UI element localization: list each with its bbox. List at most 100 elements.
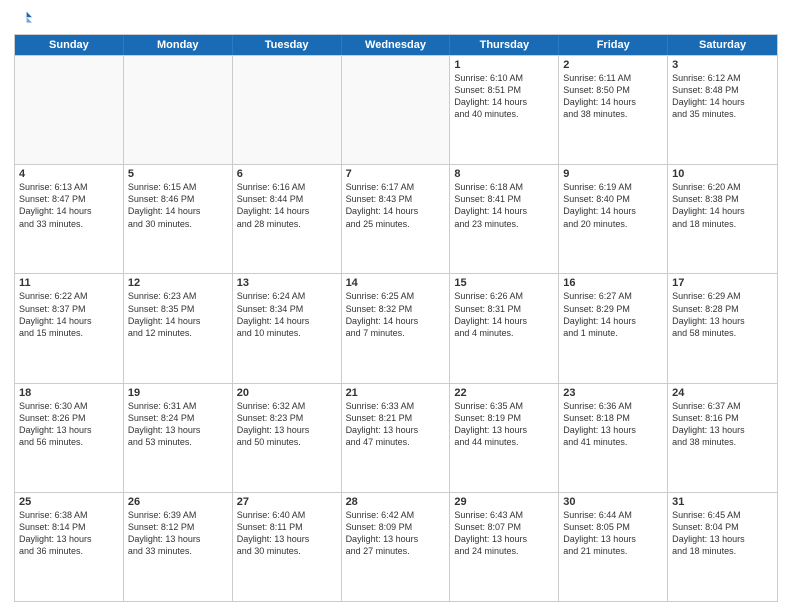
day-details: Sunrise: 6:12 AM Sunset: 8:48 PM Dayligh… — [672, 72, 773, 121]
day-number: 25 — [19, 496, 119, 508]
day-details: Sunrise: 6:15 AM Sunset: 8:46 PM Dayligh… — [128, 181, 228, 230]
day-23: 23Sunrise: 6:36 AM Sunset: 8:18 PM Dayli… — [559, 384, 668, 492]
day-details: Sunrise: 6:29 AM Sunset: 8:28 PM Dayligh… — [672, 290, 773, 339]
header-wednesday: Wednesday — [342, 35, 451, 55]
week-row-2: 11Sunrise: 6:22 AM Sunset: 8:37 PM Dayli… — [15, 273, 777, 382]
day-details: Sunrise: 6:22 AM Sunset: 8:37 PM Dayligh… — [19, 290, 119, 339]
day-details: Sunrise: 6:39 AM Sunset: 8:12 PM Dayligh… — [128, 509, 228, 558]
empty-cell — [15, 56, 124, 164]
day-details: Sunrise: 6:24 AM Sunset: 8:34 PM Dayligh… — [237, 290, 337, 339]
day-number: 7 — [346, 168, 446, 180]
day-details: Sunrise: 6:32 AM Sunset: 8:23 PM Dayligh… — [237, 400, 337, 449]
day-number: 1 — [454, 59, 554, 71]
day-24: 24Sunrise: 6:37 AM Sunset: 8:16 PM Dayli… — [668, 384, 777, 492]
empty-cell — [124, 56, 233, 164]
day-number: 26 — [128, 496, 228, 508]
day-details: Sunrise: 6:40 AM Sunset: 8:11 PM Dayligh… — [237, 509, 337, 558]
day-2: 2Sunrise: 6:11 AM Sunset: 8:50 PM Daylig… — [559, 56, 668, 164]
day-number: 11 — [19, 277, 119, 289]
day-details: Sunrise: 6:23 AM Sunset: 8:35 PM Dayligh… — [128, 290, 228, 339]
day-28: 28Sunrise: 6:42 AM Sunset: 8:09 PM Dayli… — [342, 493, 451, 601]
day-details: Sunrise: 6:38 AM Sunset: 8:14 PM Dayligh… — [19, 509, 119, 558]
day-details: Sunrise: 6:13 AM Sunset: 8:47 PM Dayligh… — [19, 181, 119, 230]
header-saturday: Saturday — [668, 35, 777, 55]
day-22: 22Sunrise: 6:35 AM Sunset: 8:19 PM Dayli… — [450, 384, 559, 492]
day-details: Sunrise: 6:36 AM Sunset: 8:18 PM Dayligh… — [563, 400, 663, 449]
day-18: 18Sunrise: 6:30 AM Sunset: 8:26 PM Dayli… — [15, 384, 124, 492]
empty-cell — [233, 56, 342, 164]
day-number: 9 — [563, 168, 663, 180]
day-details: Sunrise: 6:11 AM Sunset: 8:50 PM Dayligh… — [563, 72, 663, 121]
day-16: 16Sunrise: 6:27 AM Sunset: 8:29 PM Dayli… — [559, 274, 668, 382]
day-number: 21 — [346, 387, 446, 399]
day-31: 31Sunrise: 6:45 AM Sunset: 8:04 PM Dayli… — [668, 493, 777, 601]
day-number: 24 — [672, 387, 773, 399]
day-details: Sunrise: 6:27 AM Sunset: 8:29 PM Dayligh… — [563, 290, 663, 339]
logo — [14, 10, 36, 28]
day-details: Sunrise: 6:10 AM Sunset: 8:51 PM Dayligh… — [454, 72, 554, 121]
day-number: 28 — [346, 496, 446, 508]
day-details: Sunrise: 6:37 AM Sunset: 8:16 PM Dayligh… — [672, 400, 773, 449]
day-30: 30Sunrise: 6:44 AM Sunset: 8:05 PM Dayli… — [559, 493, 668, 601]
day-details: Sunrise: 6:44 AM Sunset: 8:05 PM Dayligh… — [563, 509, 663, 558]
day-1: 1Sunrise: 6:10 AM Sunset: 8:51 PM Daylig… — [450, 56, 559, 164]
day-number: 12 — [128, 277, 228, 289]
day-13: 13Sunrise: 6:24 AM Sunset: 8:34 PM Dayli… — [233, 274, 342, 382]
day-10: 10Sunrise: 6:20 AM Sunset: 8:38 PM Dayli… — [668, 165, 777, 273]
day-26: 26Sunrise: 6:39 AM Sunset: 8:12 PM Dayli… — [124, 493, 233, 601]
day-15: 15Sunrise: 6:26 AM Sunset: 8:31 PM Dayli… — [450, 274, 559, 382]
day-9: 9Sunrise: 6:19 AM Sunset: 8:40 PM Daylig… — [559, 165, 668, 273]
day-number: 8 — [454, 168, 554, 180]
day-number: 13 — [237, 277, 337, 289]
calendar-body: 1Sunrise: 6:10 AM Sunset: 8:51 PM Daylig… — [15, 55, 777, 601]
day-details: Sunrise: 6:35 AM Sunset: 8:19 PM Dayligh… — [454, 400, 554, 449]
day-details: Sunrise: 6:18 AM Sunset: 8:41 PM Dayligh… — [454, 181, 554, 230]
day-4: 4Sunrise: 6:13 AM Sunset: 8:47 PM Daylig… — [15, 165, 124, 273]
day-details: Sunrise: 6:45 AM Sunset: 8:04 PM Dayligh… — [672, 509, 773, 558]
header-tuesday: Tuesday — [233, 35, 342, 55]
day-5: 5Sunrise: 6:15 AM Sunset: 8:46 PM Daylig… — [124, 165, 233, 273]
day-number: 3 — [672, 59, 773, 71]
day-details: Sunrise: 6:33 AM Sunset: 8:21 PM Dayligh… — [346, 400, 446, 449]
day-number: 4 — [19, 168, 119, 180]
day-29: 29Sunrise: 6:43 AM Sunset: 8:07 PM Dayli… — [450, 493, 559, 601]
day-details: Sunrise: 6:26 AM Sunset: 8:31 PM Dayligh… — [454, 290, 554, 339]
day-number: 20 — [237, 387, 337, 399]
day-number: 14 — [346, 277, 446, 289]
day-details: Sunrise: 6:43 AM Sunset: 8:07 PM Dayligh… — [454, 509, 554, 558]
day-details: Sunrise: 6:25 AM Sunset: 8:32 PM Dayligh… — [346, 290, 446, 339]
day-number: 16 — [563, 277, 663, 289]
day-number: 23 — [563, 387, 663, 399]
header-friday: Friday — [559, 35, 668, 55]
day-number: 31 — [672, 496, 773, 508]
day-number: 10 — [672, 168, 773, 180]
day-number: 29 — [454, 496, 554, 508]
day-number: 19 — [128, 387, 228, 399]
day-3: 3Sunrise: 6:12 AM Sunset: 8:48 PM Daylig… — [668, 56, 777, 164]
header-thursday: Thursday — [450, 35, 559, 55]
day-19: 19Sunrise: 6:31 AM Sunset: 8:24 PM Dayli… — [124, 384, 233, 492]
day-number: 27 — [237, 496, 337, 508]
day-details: Sunrise: 6:30 AM Sunset: 8:26 PM Dayligh… — [19, 400, 119, 449]
day-25: 25Sunrise: 6:38 AM Sunset: 8:14 PM Dayli… — [15, 493, 124, 601]
header — [14, 10, 778, 28]
calendar: Sunday Monday Tuesday Wednesday Thursday… — [14, 34, 778, 602]
day-11: 11Sunrise: 6:22 AM Sunset: 8:37 PM Dayli… — [15, 274, 124, 382]
day-21: 21Sunrise: 6:33 AM Sunset: 8:21 PM Dayli… — [342, 384, 451, 492]
day-number: 15 — [454, 277, 554, 289]
day-details: Sunrise: 6:42 AM Sunset: 8:09 PM Dayligh… — [346, 509, 446, 558]
day-details: Sunrise: 6:20 AM Sunset: 8:38 PM Dayligh… — [672, 181, 773, 230]
header-monday: Monday — [124, 35, 233, 55]
empty-cell — [342, 56, 451, 164]
week-row-3: 18Sunrise: 6:30 AM Sunset: 8:26 PM Dayli… — [15, 383, 777, 492]
header-sunday: Sunday — [15, 35, 124, 55]
calendar-header: Sunday Monday Tuesday Wednesday Thursday… — [15, 35, 777, 55]
day-number: 5 — [128, 168, 228, 180]
day-27: 27Sunrise: 6:40 AM Sunset: 8:11 PM Dayli… — [233, 493, 342, 601]
day-details: Sunrise: 6:16 AM Sunset: 8:44 PM Dayligh… — [237, 181, 337, 230]
week-row-0: 1Sunrise: 6:10 AM Sunset: 8:51 PM Daylig… — [15, 55, 777, 164]
day-number: 22 — [454, 387, 554, 399]
week-row-1: 4Sunrise: 6:13 AM Sunset: 8:47 PM Daylig… — [15, 164, 777, 273]
page: Sunday Monday Tuesday Wednesday Thursday… — [0, 0, 792, 612]
day-8: 8Sunrise: 6:18 AM Sunset: 8:41 PM Daylig… — [450, 165, 559, 273]
